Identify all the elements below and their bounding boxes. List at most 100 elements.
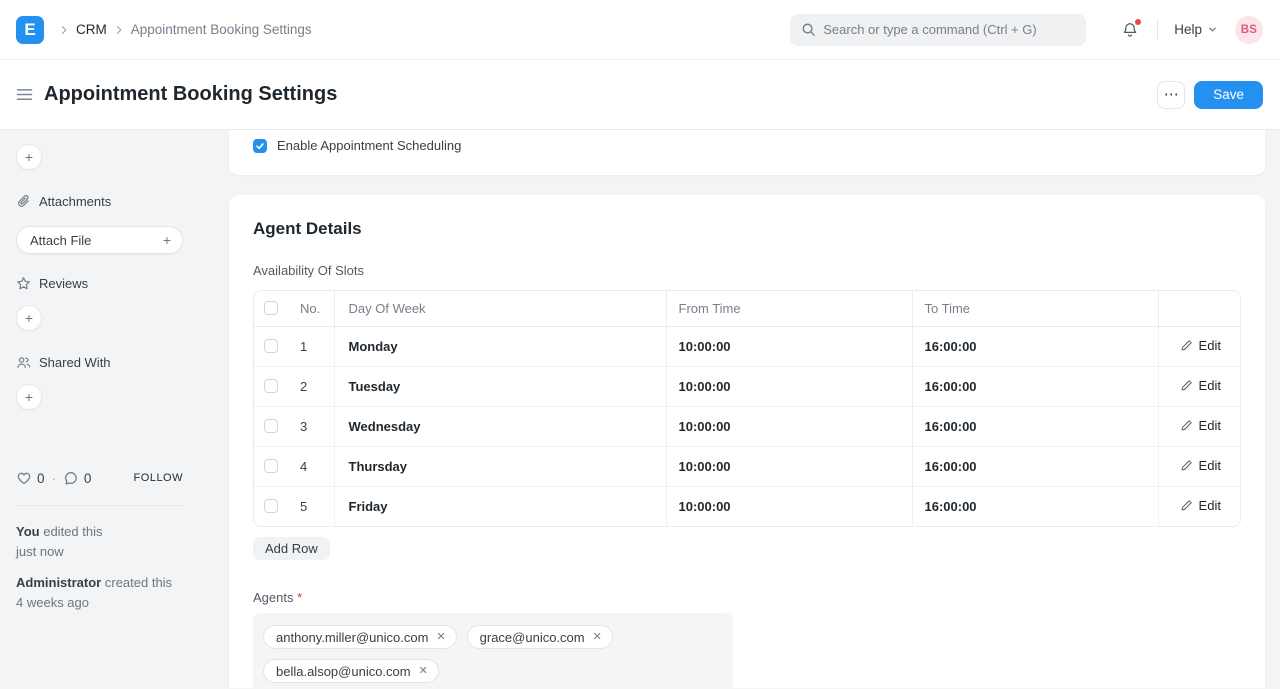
to-time-cell[interactable]: 16:00:00: [912, 406, 1158, 446]
social-row: 0 · 0 FOLLOW: [16, 470, 183, 486]
history-item: You edited this just now: [16, 524, 199, 559]
save-button[interactable]: Save: [1194, 81, 1263, 109]
col-header-to: To Time: [912, 291, 1158, 326]
help-label: Help: [1174, 22, 1202, 37]
edit-row-button[interactable]: Edit: [1180, 378, 1221, 393]
day-of-week-cell[interactable]: Thursday: [334, 446, 666, 486]
breadcrumb-link[interactable]: CRM: [76, 22, 107, 37]
table-row: 5 Friday 10:00:00 16:00:00 Edit: [254, 486, 1241, 526]
edit-label: Edit: [1199, 378, 1221, 393]
row-checkbox[interactable]: [264, 459, 278, 473]
breadcrumb-link[interactable]: Appointment Booking Settings: [131, 22, 312, 37]
reviews-label: Reviews: [39, 276, 88, 291]
enable-scheduling-checkbox[interactable]: [253, 139, 267, 153]
page-title: Appointment Booking Settings: [44, 83, 337, 106]
notifications-bell-icon[interactable]: [1119, 19, 1141, 41]
day-of-week-cell[interactable]: Wednesday: [334, 406, 666, 446]
table-row: 4 Thursday 10:00:00 16:00:00 Edit: [254, 446, 1241, 486]
agent-email: anthony.miller@unico.com: [276, 630, 428, 645]
sidebar-divider: [16, 505, 183, 506]
from-time-cell[interactable]: 10:00:00: [666, 446, 912, 486]
document-history: You edited this just now Administrator c…: [16, 524, 199, 610]
pencil-icon: [1180, 339, 1193, 352]
remove-tag-icon[interactable]: ✕: [419, 666, 428, 677]
sidebar-toggle-icon[interactable]: [16, 87, 33, 102]
add-review-button[interactable]: +: [16, 305, 42, 331]
pencil-icon: [1180, 419, 1193, 432]
from-time-cell[interactable]: 10:00:00: [666, 486, 912, 526]
add-tag-button[interactable]: +: [16, 144, 42, 170]
agent-tag: bella.alsop@unico.com ✕: [263, 659, 439, 683]
history-item: Administrator created this 4 weeks ago: [16, 575, 199, 610]
edit-row-button[interactable]: Edit: [1180, 498, 1221, 513]
breadcrumb-item: Appointment Booking Settings: [107, 22, 312, 37]
row-number: 5: [288, 486, 334, 526]
agents-multiselect[interactable]: anthony.miller@unico.com ✕ grace@unico.c…: [253, 613, 733, 688]
pencil-icon: [1180, 459, 1193, 472]
row-checkbox[interactable]: [264, 339, 278, 353]
day-of-week-cell[interactable]: Monday: [334, 326, 666, 366]
from-time-cell[interactable]: 10:00:00: [666, 406, 912, 446]
table-row: 1 Monday 10:00:00 16:00:00 Edit: [254, 326, 1241, 366]
top-navbar: E CRM Appointment Booking Settings Help: [0, 0, 1280, 60]
col-header-from: From Time: [666, 291, 912, 326]
breadcrumb-item: CRM: [52, 22, 107, 37]
edit-row-button[interactable]: Edit: [1180, 338, 1221, 353]
star-icon: [16, 276, 31, 291]
share-button[interactable]: +: [16, 384, 42, 410]
table-row: 3 Wednesday 10:00:00 16:00:00 Edit: [254, 406, 1241, 446]
page-header: Appointment Booking Settings ⋯ Save: [0, 60, 1280, 130]
attachments-label: Attachments: [39, 194, 111, 209]
page-actions: ⋯ Save: [1157, 81, 1263, 109]
more-options-button[interactable]: ⋯: [1157, 81, 1185, 109]
day-of-week-cell[interactable]: Tuesday: [334, 366, 666, 406]
agent-tag: anthony.miller@unico.com ✕: [263, 625, 457, 649]
to-time-cell[interactable]: 16:00:00: [912, 326, 1158, 366]
comment-count: 0: [84, 471, 92, 486]
edit-label: Edit: [1199, 458, 1221, 473]
to-time-cell[interactable]: 16:00:00: [912, 446, 1158, 486]
attachments-section: Attachments: [16, 194, 199, 209]
search-input[interactable]: [790, 14, 1086, 46]
plus-icon: +: [163, 232, 171, 248]
row-checkbox[interactable]: [264, 379, 278, 393]
day-of-week-cell[interactable]: Friday: [334, 486, 666, 526]
agent-email: grace@unico.com: [480, 630, 585, 645]
row-checkbox[interactable]: [264, 499, 278, 513]
edit-row-button[interactable]: Edit: [1180, 418, 1221, 433]
add-row-button[interactable]: Add Row: [253, 537, 330, 560]
table-row: 2 Tuesday 10:00:00 16:00:00 Edit: [254, 366, 1241, 406]
agent-email: bella.alsop@unico.com: [276, 664, 411, 679]
to-time-cell[interactable]: 16:00:00: [912, 486, 1158, 526]
enable-scheduling-field[interactable]: Enable Appointment Scheduling: [253, 138, 1241, 153]
agent-tag: grace@unico.com ✕: [467, 625, 613, 649]
notification-dot: [1135, 19, 1141, 25]
shared-with-section: Shared With: [16, 355, 199, 370]
count-separator: ·: [52, 471, 56, 486]
remove-tag-icon[interactable]: ✕: [593, 632, 602, 643]
heart-icon[interactable]: [16, 470, 32, 486]
follow-button[interactable]: FOLLOW: [134, 472, 183, 484]
remove-tag-icon[interactable]: ✕: [436, 632, 445, 643]
app-logo[interactable]: E: [16, 16, 44, 44]
select-all-checkbox[interactable]: [264, 301, 278, 315]
search-icon: [801, 22, 816, 37]
row-number: 1: [288, 326, 334, 366]
from-time-cell[interactable]: 10:00:00: [666, 326, 912, 366]
settings-card: Enable Appointment Scheduling: [229, 130, 1265, 175]
agent-details-card: Agent Details Availability Of Slots No. …: [229, 195, 1265, 688]
slots-table-body: 1 Monday 10:00:00 16:00:00 Edit 2 Tuesda…: [254, 326, 1241, 526]
help-menu[interactable]: Help: [1174, 22, 1218, 37]
global-search: [790, 14, 1086, 46]
comment-icon[interactable]: [63, 470, 79, 486]
to-time-cell[interactable]: 16:00:00: [912, 366, 1158, 406]
row-checkbox[interactable]: [264, 419, 278, 433]
chevron-right-icon: [113, 24, 125, 36]
from-time-cell[interactable]: 10:00:00: [666, 366, 912, 406]
chevron-down-icon: [1207, 24, 1218, 35]
attach-file-button[interactable]: Attach File +: [16, 226, 183, 254]
edit-row-button[interactable]: Edit: [1180, 458, 1221, 473]
agents-label-text: Agents: [253, 590, 293, 605]
history-actor: Administrator: [16, 575, 101, 590]
user-avatar[interactable]: BS: [1235, 16, 1263, 44]
